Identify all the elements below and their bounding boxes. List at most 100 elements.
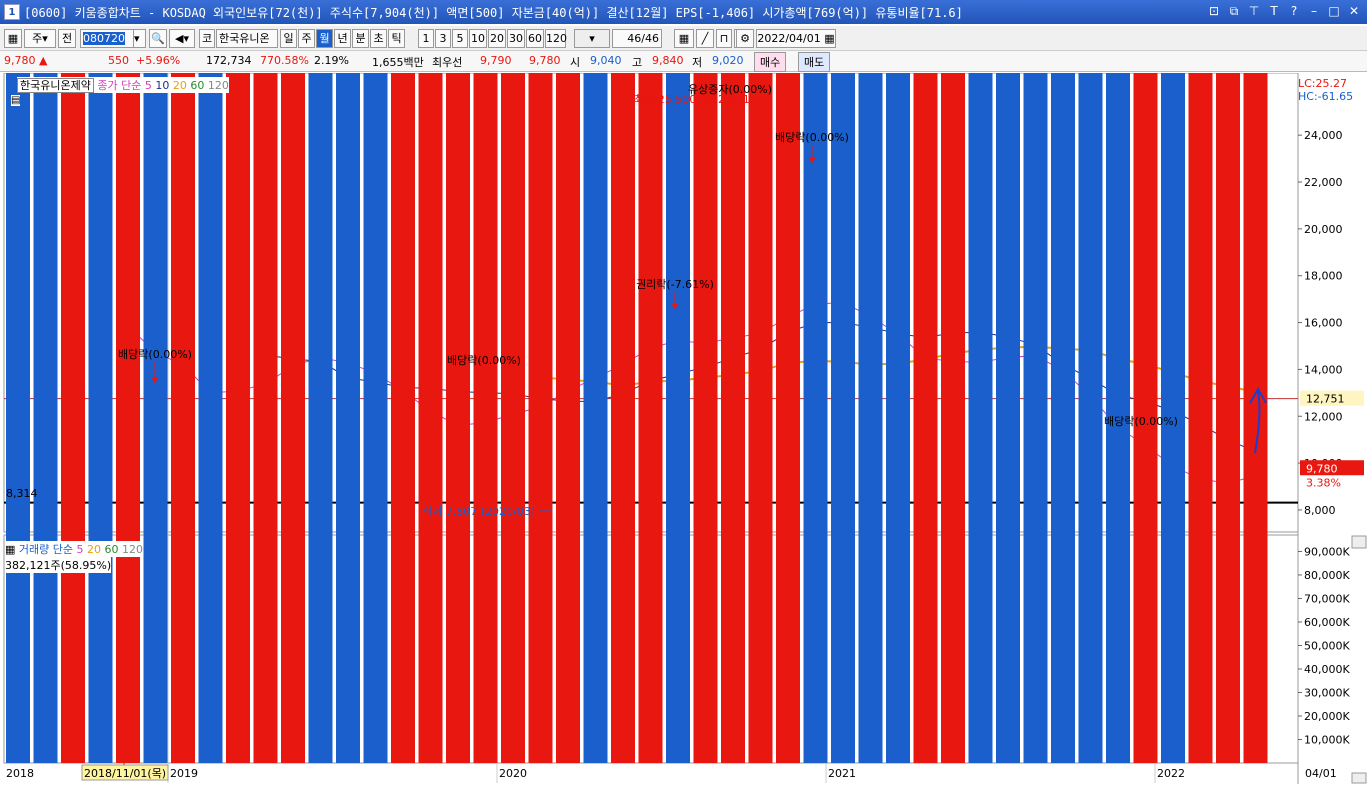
volume-bar[interactable]: [968, 0, 993, 763]
change-pct: +5.96%: [136, 54, 181, 67]
date-field[interactable]: 2022/04/01 ▦: [756, 29, 836, 48]
volume-bar[interactable]: [1023, 0, 1048, 763]
interval-button[interactable]: 1: [418, 29, 434, 48]
volume-bar[interactable]: [831, 0, 855, 763]
scroll-button[interactable]: [1351, 772, 1367, 784]
volume-bar[interactable]: [33, 0, 58, 763]
close-icon[interactable]: ✕: [1347, 3, 1361, 19]
buy-button[interactable]: 매수: [754, 52, 787, 72]
grid-icon[interactable]: ▦: [674, 29, 694, 48]
speaker-icon[interactable]: ◀▾: [169, 29, 195, 48]
volume-bar[interactable]: [308, 0, 333, 763]
volume-bar[interactable]: [721, 0, 745, 763]
sell-button[interactable]: 매도: [798, 52, 831, 72]
volume-bar[interactable]: [281, 0, 305, 763]
volume-bar[interactable]: [61, 0, 85, 763]
volume-bar[interactable]: [666, 0, 690, 763]
custom-interval-select[interactable]: ▾: [574, 29, 610, 48]
volume-bar[interactable]: [253, 0, 278, 763]
list-icon[interactable]: ▤: [11, 95, 21, 106]
volume-bar[interactable]: [556, 0, 580, 763]
volume-bar[interactable]: [803, 0, 828, 763]
volume-bar[interactable]: [1243, 0, 1268, 763]
volume-bar[interactable]: [418, 0, 443, 763]
volume-settings-icon[interactable]: ▦: [5, 543, 15, 556]
volume-tick-label: 20,000K: [1304, 710, 1350, 723]
price-tag-current-text: 9,780: [1306, 462, 1338, 475]
volume-bar[interactable]: [473, 0, 498, 763]
annotation-dividend-3: 배당락(0.00%): [775, 131, 849, 144]
interval-button[interactable]: 60: [526, 29, 544, 48]
volume-bar[interactable]: [88, 0, 113, 763]
period-tab[interactable]: 분: [352, 29, 369, 48]
volume-bar[interactable]: [226, 0, 250, 763]
volume-expand-button[interactable]: [1351, 535, 1367, 549]
volume-bar[interactable]: [941, 0, 965, 763]
volume-bar[interactable]: [638, 0, 663, 763]
high-price: 9,840: [652, 54, 684, 67]
volume-bar[interactable]: [886, 0, 910, 763]
volume-bar[interactable]: [996, 0, 1020, 763]
volume-bar[interactable]: [1051, 0, 1075, 763]
volume-bar[interactable]: [1078, 0, 1103, 763]
minimize-icon[interactable]: –: [1307, 3, 1321, 19]
interval-button[interactable]: 20: [488, 29, 506, 48]
price-tick-label: 14,000: [1304, 363, 1343, 376]
volume-legend: ▦ 거래량 단순 5 20 60 120: [5, 541, 144, 557]
period-tab[interactable]: 주: [298, 29, 315, 48]
price-tick-label: 8,000: [1304, 504, 1336, 517]
period-tab[interactable]: 년: [334, 29, 351, 48]
ma10-legend: 10: [155, 79, 170, 92]
volume-bar[interactable]: [198, 0, 223, 763]
search-icon[interactable]: 🔍: [149, 29, 167, 48]
line-tool-icon[interactable]: ╱: [696, 29, 714, 48]
volume-bar[interactable]: [776, 0, 800, 763]
volume-bar[interactable]: [583, 0, 608, 763]
volume-bar[interactable]: [913, 0, 938, 763]
volume-bar[interactable]: [693, 0, 718, 763]
lock-icon[interactable]: ⊓: [716, 29, 732, 48]
tile-icon[interactable]: ⧉: [1227, 3, 1241, 19]
volume-bar[interactable]: [611, 0, 635, 763]
period-tab[interactable]: 틱: [388, 29, 405, 48]
volume-bar[interactable]: [171, 0, 195, 763]
volume-bar[interactable]: [446, 0, 470, 763]
volume-bar[interactable]: [528, 0, 553, 763]
interval-button[interactable]: 30: [507, 29, 525, 48]
period-tab[interactable]: 월: [316, 29, 333, 48]
volume-bar[interactable]: [391, 0, 415, 763]
prev-button[interactable]: 전: [58, 29, 76, 48]
chart-svg[interactable]: 24,00022,00020,00018,00016,00014,00012,0…: [0, 0, 1367, 784]
chart-settings-icon[interactable]: ▦: [4, 29, 22, 48]
volume-bar[interactable]: [6, 0, 30, 763]
volume-bar[interactable]: [116, 0, 140, 763]
pin-icon[interactable]: ⊤: [1247, 3, 1261, 19]
volume-bar[interactable]: [1188, 0, 1213, 763]
volume-bar[interactable]: [748, 0, 773, 763]
stock-code-value: 080720: [83, 32, 125, 45]
gear-icon[interactable]: ⚙: [736, 29, 754, 48]
volume-bar[interactable]: [143, 0, 168, 763]
volume-bar[interactable]: [501, 0, 525, 763]
type-select[interactable]: 주▾: [24, 29, 56, 48]
help-icon[interactable]: ?: [1287, 3, 1301, 19]
chart-area[interactable]: 24,000 22,000 20,000 18,000 16,000 14,000 12,0…: [0, 0, 1367, 784]
maximize-icon[interactable]: □: [1327, 3, 1341, 19]
count-field[interactable]: 46/46: [612, 29, 662, 48]
interval-button[interactable]: 5: [452, 29, 468, 48]
volume-bar[interactable]: [363, 0, 388, 763]
name-prefix[interactable]: 코: [199, 29, 215, 48]
interval-button[interactable]: 3: [435, 29, 451, 48]
interval-button[interactable]: 10: [469, 29, 487, 48]
period-tab[interactable]: 초: [370, 29, 387, 48]
volume-bar[interactable]: [858, 0, 883, 763]
period-tab[interactable]: 일: [280, 29, 297, 48]
window-title: [0600] 키움종합차트 - KOSDAQ 외국인보유[72(천)] 주식수[…: [24, 5, 963, 20]
volume-bar[interactable]: [1216, 0, 1240, 763]
volume-bar[interactable]: [336, 0, 360, 763]
text-icon[interactable]: T: [1267, 3, 1281, 19]
stock-name-field[interactable]: 한국유니온: [216, 29, 278, 48]
restore-icon[interactable]: ⊡: [1207, 3, 1221, 19]
stock-code-input[interactable]: 080720 ▾: [80, 29, 146, 48]
interval-button[interactable]: 120: [545, 29, 567, 48]
